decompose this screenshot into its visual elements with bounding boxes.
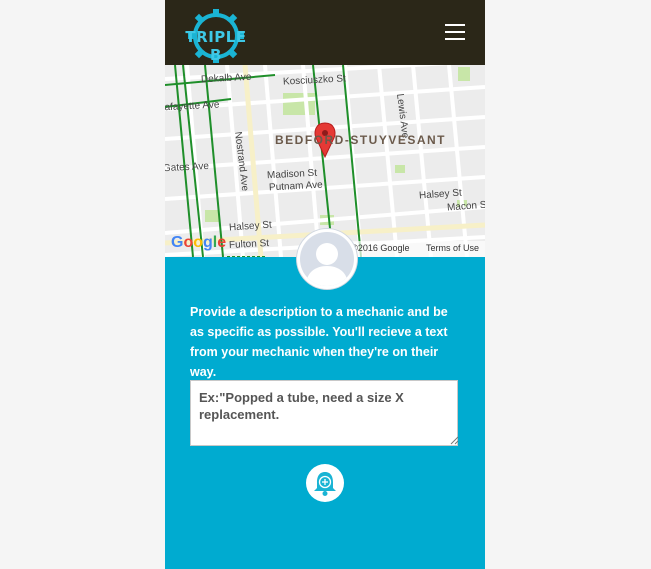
navbar: TRIPLE B [165, 0, 485, 65]
instructions-text: Provide a description to a mechanic and … [190, 305, 448, 379]
map-copyright: ©2016 Google [351, 243, 410, 253]
user-silhouette-icon [300, 232, 354, 286]
logo-text: TRIPLE B [185, 28, 247, 64]
issue-description-field[interactable] [190, 380, 458, 446]
phone-screen: TRIPLE B Dekalb Ave Kosciuszko St Lafaye… [165, 0, 485, 569]
request-mechanic-button[interactable] [306, 464, 344, 502]
map-attribution: ©2016 Google Terms of Use [345, 241, 485, 257]
bell-plus-icon [314, 472, 336, 496]
hamburger-icon[interactable] [445, 24, 465, 42]
brand-logo[interactable]: TRIPLE B [185, 8, 247, 64]
terms-of-use-link[interactable]: Terms of Use [426, 243, 479, 253]
avatar [297, 229, 357, 289]
neighborhood-label: BEDFORD-STUYVESANT [275, 133, 447, 147]
resize-handle-icon[interactable] [449, 435, 459, 445]
street-label: Fulton St [228, 237, 270, 252]
google-logo: Google [171, 234, 227, 251]
